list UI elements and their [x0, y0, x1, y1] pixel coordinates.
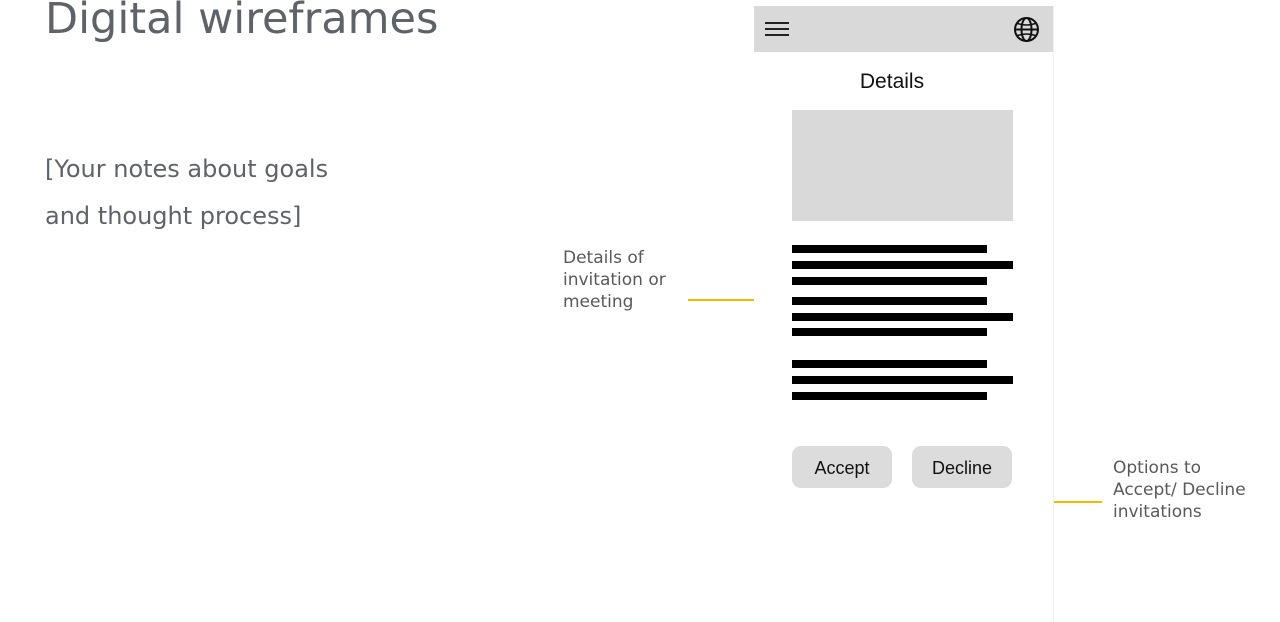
globe-icon[interactable] [1013, 16, 1040, 43]
text-placeholder-line [792, 313, 1013, 321]
text-placeholder-line [792, 245, 987, 253]
annotation-line: Details of [563, 248, 644, 268]
notes-line: and thought process] [45, 202, 302, 230]
annotation-line: invitations [1113, 502, 1202, 522]
text-placeholder-line [792, 277, 987, 285]
decline-button[interactable]: Decline [912, 446, 1012, 488]
annotation-line: Options to [1113, 458, 1202, 478]
options-annotation: Options to Accept/ Decline invitations [1113, 457, 1246, 523]
slide-title: Digital wireframes [45, 0, 439, 44]
screen-title: Details [859, 70, 925, 93]
notes-text: [Your notes about goals and thought proc… [45, 146, 375, 240]
image-placeholder [792, 110, 1013, 221]
annotation-line: Accept/ Decline [1113, 480, 1246, 500]
top-bar [754, 6, 1053, 52]
wireframe-phone-screen: Details Accept Decline [754, 6, 1054, 622]
text-placeholder-line [792, 297, 987, 305]
details-annotation: Details of invitation or meeting [563, 247, 666, 313]
accept-button[interactable]: Accept [792, 446, 892, 488]
menu-icon[interactable] [765, 18, 789, 40]
text-placeholder-line [792, 261, 1013, 269]
annotation-line: meeting [563, 292, 634, 312]
text-placeholder-line [792, 328, 987, 336]
notes-line: [Your notes about goals [45, 155, 329, 183]
annotation-line: invitation or [563, 270, 666, 290]
text-placeholder-line [792, 360, 987, 368]
text-placeholder-line [792, 392, 987, 400]
text-placeholder-line [792, 376, 1013, 384]
